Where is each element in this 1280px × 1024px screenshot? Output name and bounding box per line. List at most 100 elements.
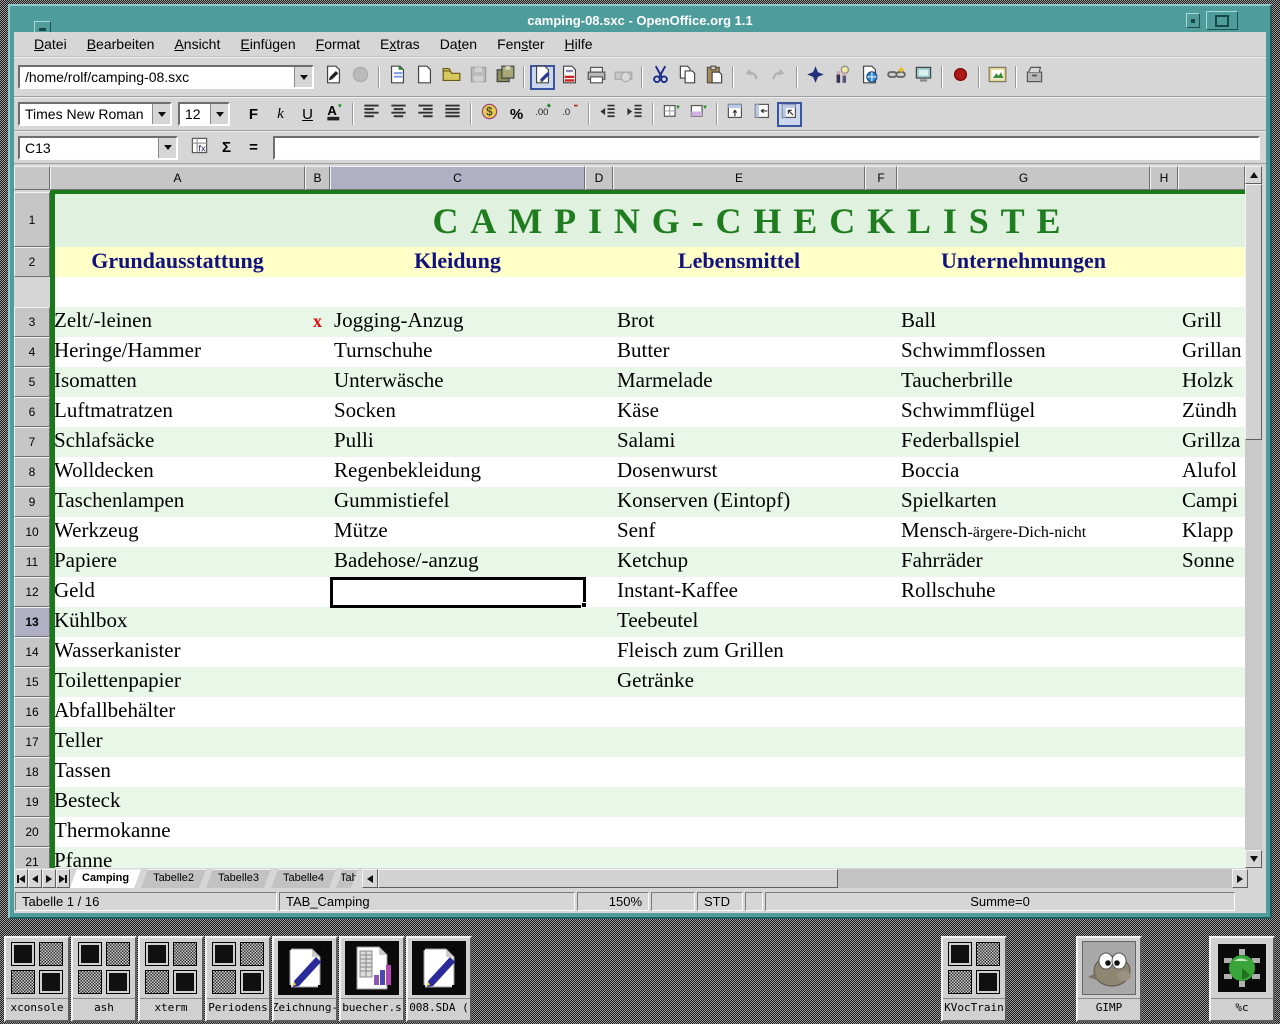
sheet-tab-tabelle4[interactable]: Tabelle4 bbox=[271, 869, 336, 888]
align-center-button[interactable] bbox=[386, 102, 411, 127]
navigator-button[interactable] bbox=[803, 65, 828, 90]
cell-E7[interactable]: Salami bbox=[613, 427, 865, 457]
menu-daten[interactable]: Daten bbox=[430, 34, 487, 54]
cell-C10[interactable]: Mütze bbox=[330, 517, 585, 547]
load-url-button[interactable] bbox=[321, 65, 346, 90]
vertical-scrollbar[interactable] bbox=[1245, 166, 1262, 868]
status-mode[interactable]: STD bbox=[697, 892, 743, 911]
sheet-tab-tab[interactable]: Tab bbox=[336, 869, 358, 888]
align-justify-button[interactable] bbox=[440, 102, 465, 127]
hyperlink-button[interactable] bbox=[884, 65, 909, 90]
column-header-H[interactable]: H bbox=[1150, 166, 1178, 190]
cell-G9[interactable]: Spielkarten bbox=[897, 487, 1150, 517]
cell-I9[interactable]: Campi bbox=[1178, 487, 1245, 517]
menu-format[interactable]: Format bbox=[306, 34, 370, 54]
cell-G3[interactable]: Ball bbox=[897, 307, 1150, 337]
name-box[interactable]: C13 bbox=[18, 136, 178, 160]
select-all-corner[interactable] bbox=[14, 166, 50, 190]
row-header-19[interactable]: 19 bbox=[14, 787, 50, 817]
bold-button[interactable]: F bbox=[241, 102, 266, 127]
menu-bearbeiten[interactable]: Bearbeiten bbox=[77, 34, 165, 54]
cell-A11[interactable]: Papiere bbox=[50, 547, 305, 577]
cell-I6[interactable]: Zündh bbox=[1178, 397, 1245, 427]
cell-E10[interactable]: Senf bbox=[613, 517, 865, 547]
align-left-button[interactable] bbox=[359, 102, 384, 127]
autopilot-button[interactable] bbox=[830, 65, 855, 90]
cell-C11[interactable]: Badehose/-anzug bbox=[330, 547, 585, 577]
cell-A12[interactable]: Geld bbox=[50, 577, 305, 607]
row-header-5[interactable]: 5 bbox=[14, 367, 50, 397]
cell-C8[interactable]: Regenbekleidung bbox=[330, 457, 585, 487]
hscroll-track[interactable] bbox=[838, 869, 1232, 888]
cell-E11[interactable]: Ketchup bbox=[613, 547, 865, 577]
function-button[interactable]: = bbox=[241, 135, 266, 160]
datasource-button[interactable] bbox=[911, 65, 936, 90]
new-from-template-button[interactable] bbox=[385, 65, 410, 90]
cell-C9[interactable]: Gummistiefel bbox=[330, 487, 585, 517]
checkmark-b3[interactable]: x bbox=[313, 311, 322, 332]
fix-cell-button[interactable] bbox=[777, 102, 802, 127]
sheet-tab-camping[interactable]: Camping bbox=[70, 869, 141, 888]
cell-G5[interactable]: Taucherbrille bbox=[897, 367, 1150, 397]
cell-I8[interactable]: Alufol bbox=[1178, 457, 1245, 487]
record-macro-button[interactable] bbox=[948, 65, 973, 90]
cell-A3[interactable]: Zelt/-leinen bbox=[50, 307, 305, 337]
remove-decimal-button[interactable]: .0 bbox=[558, 102, 583, 127]
cell-E6[interactable]: Käse bbox=[613, 397, 865, 427]
font-color-button[interactable]: A bbox=[322, 102, 347, 127]
desktop-icon-008sda[interactable]: 008.SDA ( bbox=[406, 936, 472, 1022]
new-doc-button[interactable] bbox=[412, 65, 437, 90]
scroll-down-button[interactable] bbox=[1245, 850, 1262, 868]
column-header-D[interactable]: D bbox=[585, 166, 613, 190]
cell-A17[interactable]: Teller bbox=[50, 727, 305, 757]
column-header-partial[interactable] bbox=[1178, 166, 1245, 190]
cell-I4[interactable]: Grillan bbox=[1178, 337, 1245, 367]
cell-I3[interactable]: Grill bbox=[1178, 307, 1245, 337]
cell-A10[interactable]: Werkzeug bbox=[50, 517, 305, 547]
vertical-scroll-thumb[interactable] bbox=[1245, 184, 1262, 440]
hscroll-right-button[interactable] bbox=[1232, 869, 1248, 888]
sheet-tab-tabelle2[interactable]: Tabelle2 bbox=[141, 869, 206, 888]
background-color-button[interactable] bbox=[686, 102, 711, 127]
url-combobox[interactable]: /home/rolf/camping-08.sxc bbox=[18, 65, 314, 89]
fix-cols-button[interactable] bbox=[750, 102, 775, 127]
cell-E15[interactable]: Getränke bbox=[613, 667, 865, 697]
prev-sheet-button[interactable] bbox=[28, 869, 42, 888]
function-autopilot-button[interactable]: fx bbox=[187, 135, 212, 160]
desktop-icon-gimp[interactable]: GIMP bbox=[1076, 936, 1142, 1022]
sum-button[interactable]: Σ bbox=[214, 135, 239, 160]
selected-cell-cursor[interactable] bbox=[330, 577, 586, 608]
cell-I10[interactable]: Klapp bbox=[1178, 517, 1245, 547]
cell-G7[interactable]: Federballspiel bbox=[897, 427, 1150, 457]
spreadsheet-grid[interactable]: CAMPING-CHECKLISTEGrundausstattungKleidu… bbox=[50, 190, 1245, 868]
horizontal-scroll-thumb[interactable] bbox=[378, 869, 838, 888]
cell-C5[interactable]: Unterwäsche bbox=[330, 367, 585, 397]
font-name-dropdown-button[interactable] bbox=[152, 104, 170, 124]
desktop-icon-kvoctrain[interactable]: KVocTrain bbox=[941, 936, 1007, 1022]
column-header-C[interactable]: C bbox=[330, 166, 585, 190]
cell-A20[interactable]: Thermokanne bbox=[50, 817, 305, 847]
row-header-6[interactable]: 6 bbox=[14, 397, 50, 427]
cell-G4[interactable]: Schwimmflossen bbox=[897, 337, 1150, 367]
cell-C4[interactable]: Turnschuhe bbox=[330, 337, 585, 367]
menu-datei[interactable]: Datei bbox=[24, 34, 77, 54]
url-dropdown-button[interactable] bbox=[294, 67, 312, 87]
row-header-8[interactable]: 8 bbox=[14, 457, 50, 487]
font-name-combobox[interactable]: Times New Roman bbox=[18, 102, 172, 126]
stop-button[interactable] bbox=[348, 65, 373, 90]
decrease-indent-button[interactable] bbox=[595, 102, 620, 127]
menu-ansicht[interactable]: Ansicht bbox=[164, 34, 230, 54]
first-sheet-button[interactable] bbox=[14, 869, 28, 888]
open-folder-button[interactable] bbox=[439, 65, 464, 90]
row-header-11[interactable]: 11 bbox=[14, 547, 50, 577]
cell-G6[interactable]: Schwimmflügel bbox=[897, 397, 1150, 427]
row-header-9[interactable]: 9 bbox=[14, 487, 50, 517]
fill-handle[interactable] bbox=[581, 602, 587, 608]
desktop-icon-zeichnung[interactable]: Zeichnung- bbox=[272, 936, 338, 1022]
align-right-button[interactable] bbox=[413, 102, 438, 127]
cell-A15[interactable]: Toilettenpapier bbox=[50, 667, 305, 697]
column-header-B[interactable]: B bbox=[305, 166, 330, 190]
cell-E14[interactable]: Fleisch zum Grillen bbox=[613, 637, 865, 667]
row-header-1[interactable]: 1 bbox=[14, 192, 50, 247]
cell-G12[interactable]: Rollschuhe bbox=[897, 577, 1150, 607]
